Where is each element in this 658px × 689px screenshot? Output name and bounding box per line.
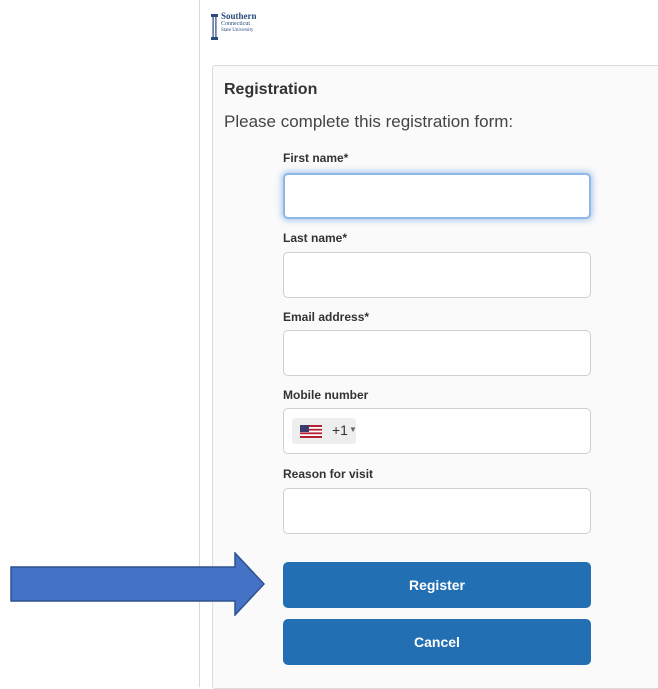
reason-input[interactable] <box>283 488 591 534</box>
first-name-label: First name* <box>283 151 349 165</box>
logo-text: Southern Connecticut State University <box>221 12 257 34</box>
arrow-right-icon <box>10 552 265 616</box>
last-name-label: Last name* <box>283 231 348 245</box>
last-name-input[interactable] <box>283 252 591 298</box>
email-label: Email address* <box>283 310 370 324</box>
dial-code: +1 <box>332 422 348 438</box>
first-name-input[interactable] <box>283 173 591 219</box>
register-button[interactable]: Register <box>283 562 591 608</box>
cancel-button[interactable]: Cancel <box>283 619 591 665</box>
reason-label: Reason for visit <box>283 467 374 481</box>
logo-line-1: Southern <box>221 11 257 21</box>
us-flag-icon <box>300 425 322 438</box>
form-subtitle: Please complete this registration form: <box>224 112 514 131</box>
chevron-down-icon: ▼ <box>349 425 357 434</box>
email-input[interactable] <box>283 330 591 376</box>
logo-line-3: State University <box>221 28 254 33</box>
mobile-label: Mobile number <box>283 388 369 402</box>
mobile-field: +1 ▼ <box>283 408 591 454</box>
university-logo: Southern Connecticut State University <box>211 12 281 46</box>
country-code-select[interactable]: +1 ▼ <box>292 418 357 444</box>
form-title: Registration <box>224 81 318 98</box>
mobile-input[interactable] <box>364 410 588 454</box>
logo-line-2: Connecticut <box>221 21 250 27</box>
pillar-logo-icon <box>211 14 218 40</box>
